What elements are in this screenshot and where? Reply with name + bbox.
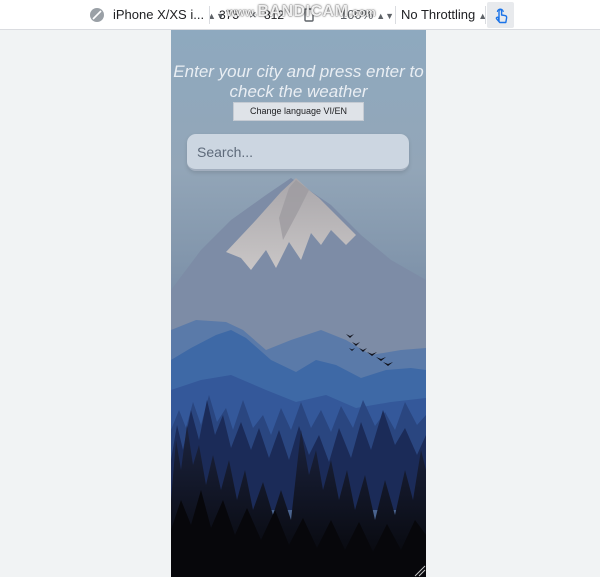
search-input[interactable] xyxy=(187,134,409,169)
width-input[interactable]: 375 xyxy=(215,5,243,25)
dimension-separator: × xyxy=(249,7,257,22)
throttling-select[interactable]: No Throttling▲▼ xyxy=(401,0,496,30)
no-entry-compass-icon[interactable] xyxy=(89,0,105,30)
zoom-select-label: 100% xyxy=(340,7,374,22)
toolbar-divider xyxy=(209,6,210,24)
rotate-icon[interactable] xyxy=(303,0,315,30)
touch-toggle-button[interactable] xyxy=(487,2,514,28)
device-viewport: Enter your city and press enter to check… xyxy=(171,30,426,577)
toolbar-divider xyxy=(395,6,396,24)
devtools-device-toolbar: iPhone X/XS i... ▲▼ 375 × 812 100% ▲▼ No T… xyxy=(0,0,600,30)
change-language-button[interactable]: Change language VI/EN xyxy=(233,102,364,121)
zoom-select[interactable]: 100% ▲▼ xyxy=(340,0,394,30)
page-headline: Enter your city and press enter to check… xyxy=(173,62,424,101)
chevron-updown-icon: ▲▼ xyxy=(376,11,395,21)
height-input[interactable]: 812 xyxy=(260,5,288,25)
touch-hand-icon xyxy=(495,8,508,24)
toolbar-divider xyxy=(485,6,486,24)
throttling-select-label: No Throttling xyxy=(401,7,476,22)
device-select-label: iPhone X/XS i... xyxy=(113,7,205,22)
search-box xyxy=(187,134,409,171)
